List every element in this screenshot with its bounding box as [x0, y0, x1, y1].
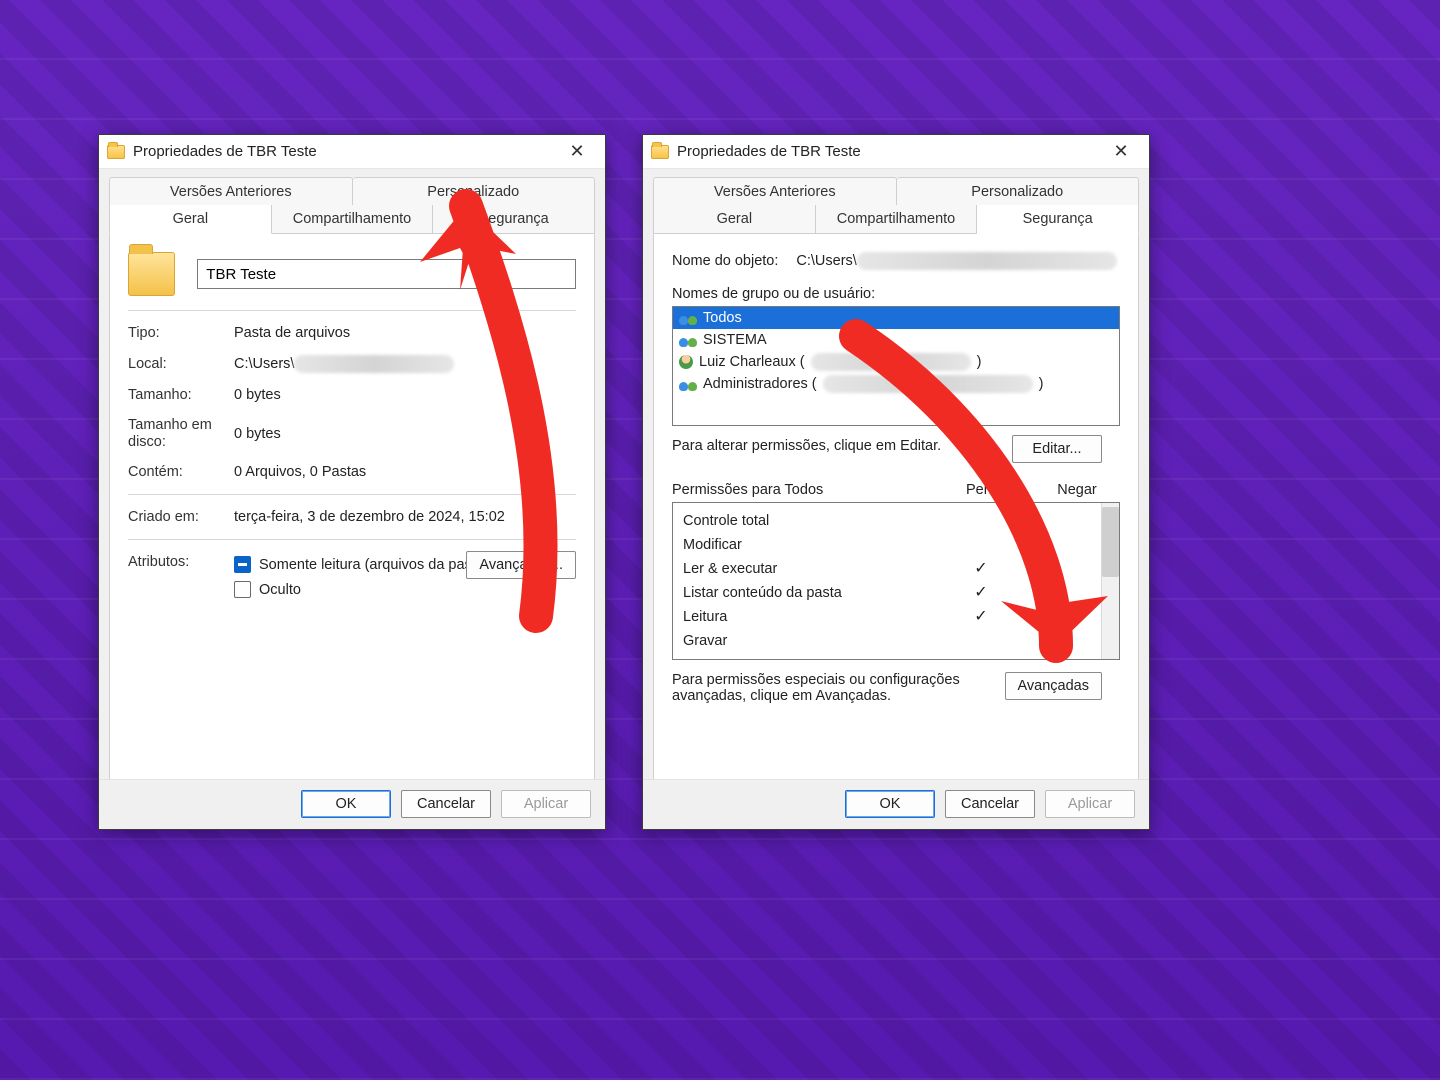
- permissions-header: Permissões para Todos: [672, 482, 948, 498]
- tab-general[interactable]: Geral: [109, 205, 272, 234]
- redacted-group: [823, 375, 1033, 393]
- check-icon: ✓: [941, 581, 1021, 605]
- created-value: terça-feira, 3 de dezembro de 2024, 15:0…: [234, 509, 576, 525]
- tab-security[interactable]: Segurança: [433, 205, 595, 234]
- readonly-checkbox[interactable]: Somente leitura (arquivos da pasta): [234, 556, 489, 573]
- created-label: Criado em:: [128, 509, 234, 525]
- checkbox-empty-icon: [234, 581, 251, 598]
- security-panel: Nome do objeto: C:\Users\ Nomes de grupo…: [653, 234, 1139, 798]
- object-name-label: Nome do objeto:: [672, 253, 778, 269]
- users-group-icon: [679, 333, 697, 347]
- titlebar[interactable]: Propriedades de TBR Teste ✕: [643, 135, 1149, 169]
- scrollbar[interactable]: [1101, 503, 1119, 659]
- ok-button[interactable]: OK: [845, 790, 935, 818]
- users-group-icon: [679, 311, 697, 325]
- close-icon[interactable]: ✕: [1101, 141, 1141, 162]
- list-item[interactable]: SISTEMA: [673, 329, 1119, 351]
- tab-custom[interactable]: Personalizado: [897, 177, 1140, 206]
- advanced-hint: Para permissões especiais ou configuraçõ…: [672, 672, 972, 704]
- folder-large-icon: [128, 252, 175, 296]
- folder-icon: [107, 145, 125, 159]
- window-title: Propriedades de TBR Teste: [677, 143, 1101, 160]
- deny-header: Negar: [1034, 482, 1120, 498]
- allow-column: ✓✓✓: [941, 503, 1021, 659]
- advanced-button[interactable]: Avançados...: [466, 551, 576, 579]
- perm-name: Modificar: [683, 533, 941, 557]
- tab-custom[interactable]: Personalizado: [353, 177, 596, 206]
- apply-button[interactable]: Aplicar: [1045, 790, 1135, 818]
- attributes-label: Atributos:: [128, 554, 234, 570]
- cancel-button[interactable]: Cancelar: [401, 790, 491, 818]
- dialog-footer: OK Cancelar Aplicar: [643, 779, 1149, 829]
- hidden-checkbox[interactable]: Oculto: [234, 581, 301, 598]
- checkbox-indeterminate-icon: [234, 556, 251, 573]
- edit-hint: Para alterar permissões, clique em Edita…: [672, 438, 941, 454]
- tab-sharing[interactable]: Compartilhamento: [272, 205, 434, 234]
- hidden-label: Oculto: [259, 582, 301, 598]
- permissions-listbox: Controle total Modificar Ler & executar …: [672, 502, 1120, 660]
- users-group-icon: [679, 377, 697, 391]
- location-label: Local:: [128, 356, 234, 372]
- ok-button[interactable]: OK: [301, 790, 391, 818]
- groups-label: Nomes de grupo ou de usuário:: [672, 286, 1120, 302]
- redacted-path: [857, 252, 1117, 270]
- folder-icon: [651, 145, 669, 159]
- user-icon: [679, 355, 693, 369]
- type-label: Tipo:: [128, 325, 234, 341]
- advanced-button[interactable]: Avançadas: [1005, 672, 1102, 700]
- apply-button[interactable]: Aplicar: [501, 790, 591, 818]
- perm-name: Listar conteúdo da pasta: [683, 581, 941, 605]
- general-panel: Tipo: Pasta de arquivos Local: C:\Users\…: [109, 234, 595, 798]
- object-name-value: C:\Users\: [796, 252, 1116, 270]
- properties-dialog-general: Propriedades de TBR Teste ✕ Versões Ante…: [98, 134, 606, 830]
- size-label: Tamanho:: [128, 387, 234, 403]
- location-value: C:\Users\: [234, 355, 576, 373]
- contains-label: Contém:: [128, 464, 234, 480]
- redacted-user: [811, 353, 971, 371]
- perm-name: Leitura: [683, 605, 941, 629]
- list-item[interactable]: Luiz Charleaux ( ): [673, 351, 1119, 373]
- perm-name: Gravar: [683, 629, 941, 653]
- sizeondisk-value: 0 bytes: [234, 426, 576, 442]
- sizeondisk-label: Tamanho em disco:: [128, 417, 234, 450]
- dialog-footer: OK Cancelar Aplicar: [99, 779, 605, 829]
- edit-button[interactable]: Editar...: [1012, 435, 1102, 463]
- readonly-label: Somente leitura (arquivos da pasta): [259, 557, 489, 573]
- size-value: 0 bytes: [234, 387, 576, 403]
- contains-value: 0 Arquivos, 0 Pastas: [234, 464, 576, 480]
- tab-previous-versions[interactable]: Versões Anteriores: [653, 177, 897, 206]
- folder-name-input[interactable]: [197, 259, 576, 289]
- allow-header: Permitir: [948, 482, 1034, 498]
- list-item[interactable]: Todos: [673, 307, 1119, 329]
- check-icon: ✓: [941, 557, 1021, 581]
- titlebar[interactable]: Propriedades de TBR Teste ✕: [99, 135, 605, 169]
- properties-dialog-security: Propriedades de TBR Teste ✕ Versões Ante…: [642, 134, 1150, 830]
- tab-general[interactable]: Geral: [653, 205, 816, 234]
- tab-sharing[interactable]: Compartilhamento: [816, 205, 978, 234]
- window-title: Propriedades de TBR Teste: [133, 143, 557, 160]
- check-icon: ✓: [941, 605, 1021, 629]
- tab-security[interactable]: Segurança: [977, 205, 1139, 234]
- tab-previous-versions[interactable]: Versões Anteriores: [109, 177, 353, 206]
- list-item[interactable]: Administradores ( ): [673, 373, 1119, 395]
- redacted-path: [294, 355, 454, 373]
- deny-column: [1021, 503, 1101, 659]
- permissions-names: Controle total Modificar Ler & executar …: [673, 503, 941, 659]
- groups-listbox[interactable]: Todos SISTEMA Luiz Charleaux ( ) Adminis…: [672, 306, 1120, 426]
- perm-name: Ler & executar: [683, 557, 941, 581]
- perm-name: Controle total: [683, 509, 941, 533]
- cancel-button[interactable]: Cancelar: [945, 790, 1035, 818]
- type-value: Pasta de arquivos: [234, 325, 576, 341]
- close-icon[interactable]: ✕: [557, 141, 597, 162]
- scrollbar-thumb[interactable]: [1102, 507, 1119, 577]
